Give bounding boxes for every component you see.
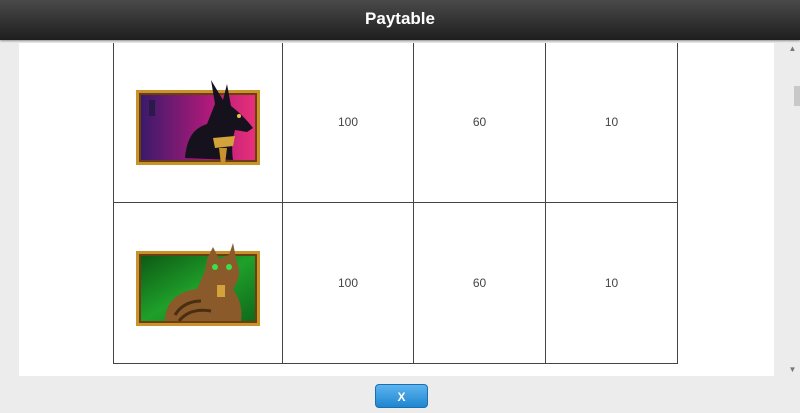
paytable-header: Paytable <box>0 0 800 40</box>
scroll-down-arrow-icon[interactable]: ▼ <box>785 364 800 376</box>
table-row: 100 60 10 <box>113 202 678 364</box>
page-title: Paytable <box>365 9 435 28</box>
paytable-content[interactable]: 100 60 10 100 60 10 <box>19 43 774 376</box>
paytable-grid: 100 60 10 100 60 10 <box>113 43 678 364</box>
vertical-scrollbar[interactable]: ▲ ▼ <box>785 43 800 376</box>
pay-value: 10 <box>545 43 678 203</box>
close-button[interactable]: X <box>375 384 428 408</box>
scroll-thumb[interactable] <box>794 86 800 106</box>
scroll-up-arrow-icon[interactable]: ▲ <box>785 43 800 55</box>
pay-value: 60 <box>413 202 546 364</box>
pay-value: 100 <box>282 202 414 364</box>
pay-value: 100 <box>282 43 414 203</box>
anubis-dog-icon <box>136 80 260 165</box>
pay-value: 10 <box>545 202 678 364</box>
symbol-cell <box>113 43 283 203</box>
paytable-footer: X <box>0 376 800 413</box>
pay-value: 60 <box>413 43 546 203</box>
table-row: 100 60 10 <box>113 43 678 203</box>
symbol-cell <box>113 202 283 364</box>
egyptian-cat-icon <box>136 243 260 326</box>
